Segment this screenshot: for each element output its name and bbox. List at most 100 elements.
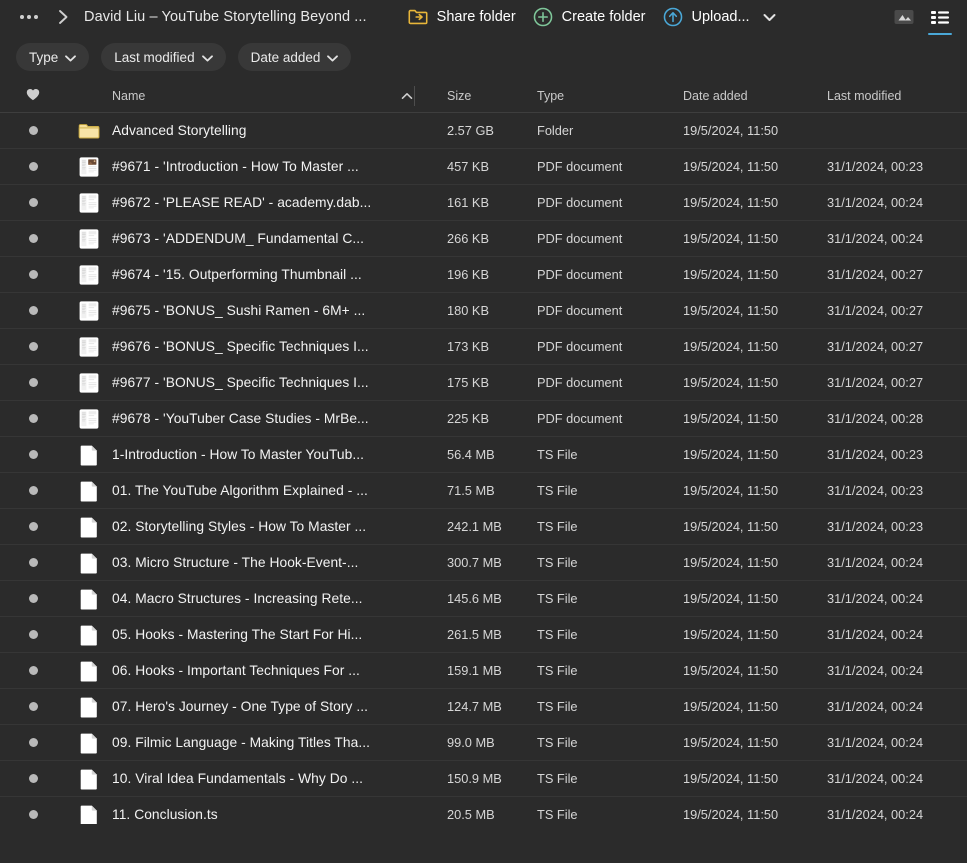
more-options-button[interactable] [14,9,44,25]
favorite-dot-icon[interactable] [28,558,38,567]
file-name-cell[interactable]: #9672 - 'PLEASE READ' - academy.dab... [112,195,435,210]
file-name-cell[interactable]: 01. The YouTube Algorithm Explained - ..… [112,483,435,498]
file-name-cell[interactable]: 06. Hooks - Important Techniques For ... [112,663,435,678]
table-row[interactable]: 1-Introduction - How To Master YouTub...… [0,437,967,473]
favorite-dot-icon[interactable] [28,342,38,351]
table-row[interactable]: #9676 - 'BONUS_ Specific Techniques I...… [0,329,967,365]
favorite-toggle[interactable] [0,738,66,747]
file-name-cell[interactable]: #9673 - 'ADDENDUM_ Fundamental C... [112,231,435,246]
file-name-cell[interactable]: #9677 - 'BONUS_ Specific Techniques I... [112,375,435,390]
table-row[interactable]: #9672 - 'PLEASE READ' - academy.dab... 16… [0,185,967,221]
favorite-dot-icon[interactable] [28,666,38,675]
favorite-dot-icon[interactable] [28,414,38,423]
table-row[interactable]: #9678 - 'YouTuber Case Studies - MrBe...… [0,401,967,437]
column-header-last-modified[interactable]: Last modified [827,89,967,103]
favorite-dot-icon[interactable] [28,198,38,207]
table-row[interactable]: #9671 - 'Introduction - How To Master ..… [0,149,967,185]
table-row[interactable]: 05. Hooks - Mastering The Start For Hi..… [0,617,967,653]
favorite-dot-icon[interactable] [28,270,38,279]
table-row[interactable]: 10. Viral Idea Fundamentals - Why Do ...… [0,761,967,797]
favorite-dot-icon[interactable] [28,306,38,315]
table-row[interactable]: 09. Filmic Language - Making Titles Tha.… [0,725,967,761]
sort-ascending-icon[interactable] [401,92,413,100]
favorite-toggle[interactable] [0,486,66,495]
favorite-toggle[interactable] [0,594,66,603]
filter-date-added[interactable]: Date added [237,43,352,71]
table-row[interactable]: 02. Storytelling Styles - How To Master … [0,509,967,545]
table-row[interactable]: #9675 - 'BONUS_ Sushi Ramen - 6M+ ... 180… [0,293,967,329]
file-name-cell[interactable]: 05. Hooks - Mastering The Start For Hi..… [112,627,435,642]
file-name-cell[interactable]: 02. Storytelling Styles - How To Master … [112,519,435,534]
filter-last-modified[interactable]: Last modified [101,43,226,71]
table-row[interactable]: #9674 - '15. Outperforming Thumbnail ...… [0,257,967,293]
file-name-cell[interactable]: 1-Introduction - How To Master YouTub... [112,447,435,462]
table-row[interactable]: Advanced Storytelling 2.57 GB Folder 19/5/2… [0,113,967,149]
file-name-cell[interactable]: #9671 - 'Introduction - How To Master ..… [112,159,435,174]
column-header-size[interactable]: Size [435,89,537,103]
favorite-toggle[interactable] [0,306,66,315]
file-name-cell[interactable]: #9674 - '15. Outperforming Thumbnail ... [112,267,435,282]
favorite-toggle[interactable] [0,234,66,243]
favorite-dot-icon[interactable] [28,522,38,531]
file-name-cell[interactable]: 07. Hero's Journey - One Type of Story .… [112,699,435,714]
table-row[interactable]: 03. Micro Structure - The Hook-Event-...… [0,545,967,581]
favorite-toggle[interactable] [0,450,66,459]
table-row[interactable]: 01. The YouTube Algorithm Explained - ..… [0,473,967,509]
favorite-toggle[interactable] [0,522,66,531]
table-row[interactable]: 07. Hero's Journey - One Type of Story .… [0,689,967,725]
file-name-cell[interactable]: 04. Macro Structures - Increasing Rete..… [112,591,435,606]
breadcrumb-current-folder[interactable]: David Liu – YouTube Storytelling Beyond … [84,9,367,25]
column-header-favorite[interactable] [0,88,66,104]
favorite-dot-icon[interactable] [28,594,38,603]
favorite-dot-icon[interactable] [28,126,38,135]
favorite-toggle[interactable] [0,666,66,675]
file-type-cell: PDF document [537,195,623,210]
favorite-toggle[interactable] [0,342,66,351]
file-name-cell[interactable]: #9675 - 'BONUS_ Sushi Ramen - 6M+ ... [112,303,435,318]
gallery-view-button[interactable] [887,3,921,31]
favorite-toggle[interactable] [0,630,66,639]
favorite-toggle[interactable] [0,774,66,783]
favorite-toggle[interactable] [0,414,66,423]
favorite-dot-icon[interactable] [28,234,38,243]
favorite-toggle[interactable] [0,198,66,207]
column-header-name[interactable]: Name [112,89,435,103]
file-name-cell[interactable]: #9678 - 'YouTuber Case Studies - MrBe... [112,411,435,426]
file-name-cell[interactable]: #9676 - 'BONUS_ Specific Techniques I... [112,339,435,354]
file-name-cell[interactable]: 11. Conclusion.ts [112,807,435,822]
favorite-toggle[interactable] [0,162,66,171]
upload-chevron-down-icon[interactable] [760,6,780,28]
favorite-dot-icon[interactable] [28,630,38,639]
favorite-dot-icon[interactable] [28,738,38,747]
favorite-toggle[interactable] [0,558,66,567]
favorite-dot-icon[interactable] [28,810,38,819]
list-view-button[interactable] [923,3,957,35]
share-folder-button[interactable]: Share folder [399,1,524,33]
favorite-dot-icon[interactable] [28,774,38,783]
favorite-dot-icon[interactable] [28,162,38,171]
chevron-right-icon[interactable] [54,8,72,26]
file-name-cell[interactable]: 09. Filmic Language - Making Titles Tha.… [112,735,435,750]
favorite-dot-icon[interactable] [28,450,38,459]
table-row[interactable]: #9673 - 'ADDENDUM_ Fundamental C... 266 K… [0,221,967,257]
table-row[interactable]: 06. Hooks - Important Techniques For ...… [0,653,967,689]
upload-button[interactable]: Upload... [654,1,758,33]
table-row[interactable]: 04. Macro Structures - Increasing Rete..… [0,581,967,617]
column-header-type[interactable]: Type [537,89,683,103]
favorite-toggle[interactable] [0,126,66,135]
favorite-dot-icon[interactable] [28,378,38,387]
create-folder-button[interactable]: Create folder [524,1,654,33]
favorite-toggle[interactable] [0,810,66,819]
file-name-cell[interactable]: Advanced Storytelling [112,123,435,138]
file-name-cell[interactable]: 03. Micro Structure - The Hook-Event-... [112,555,435,570]
column-header-date-added[interactable]: Date added [683,89,827,103]
table-row[interactable]: 11. Conclusion.ts 20.5 MB TS File 19/5/2024… [0,797,967,824]
favorite-toggle[interactable] [0,702,66,711]
favorite-toggle[interactable] [0,378,66,387]
favorite-dot-icon[interactable] [28,486,38,495]
favorite-dot-icon[interactable] [28,702,38,711]
file-name-cell[interactable]: 10. Viral Idea Fundamentals - Why Do ... [112,771,435,786]
table-row[interactable]: #9677 - 'BONUS_ Specific Techniques I...… [0,365,967,401]
filter-type[interactable]: Type [16,43,90,71]
favorite-toggle[interactable] [0,270,66,279]
